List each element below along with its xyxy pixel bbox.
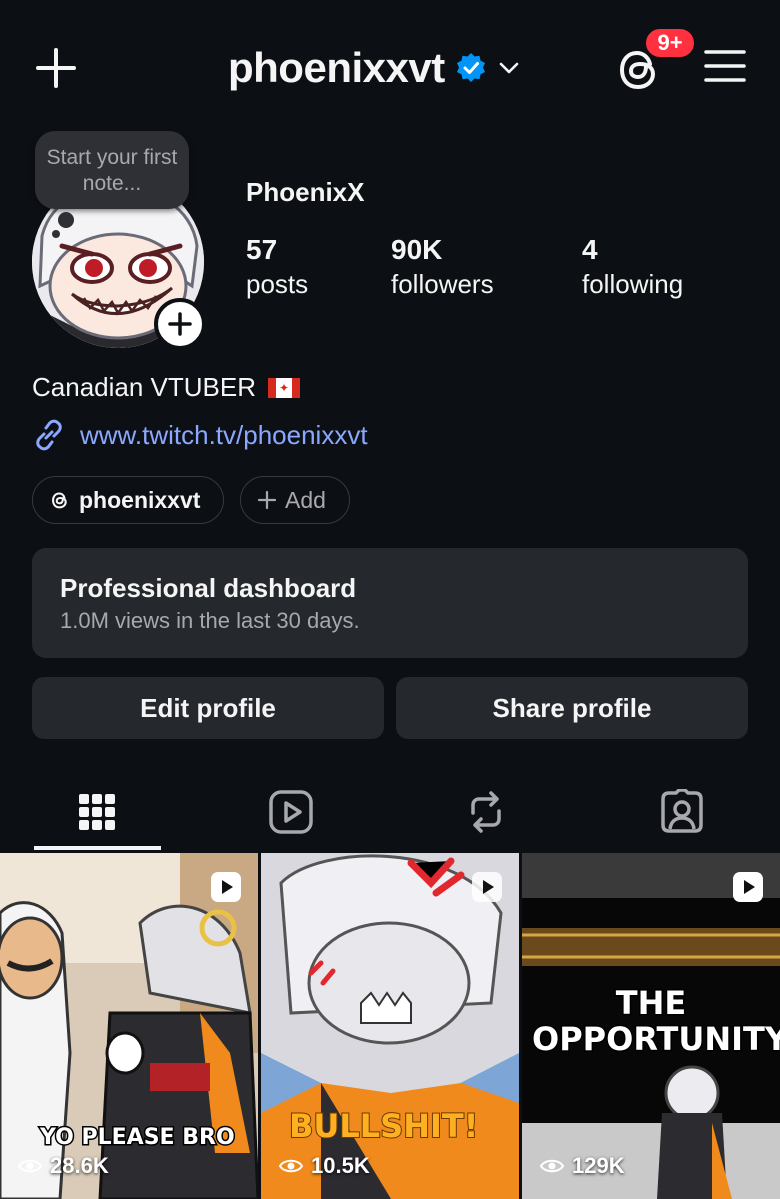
post-views: 28.6K [18, 1153, 109, 1179]
add-story-button[interactable] [154, 298, 206, 350]
threads-chip[interactable]: phoenixxvt [32, 476, 224, 524]
posts-label: posts [246, 269, 309, 299]
add-chip-label: Add [285, 486, 326, 513]
reel-indicator-icon [211, 872, 241, 902]
post-tile[interactable]: BULLSHIT! 10.5K [261, 853, 519, 1199]
threads-chip-label: phoenixxvt [79, 486, 201, 513]
followers-label: followers [391, 269, 494, 299]
followers-stat[interactable]: 90K followers [391, 232, 494, 300]
post-views: 10.5K [279, 1153, 370, 1179]
verified-badge-icon [456, 53, 485, 82]
edit-profile-button[interactable]: Edit profile [32, 677, 384, 739]
post-views-count: 10.5K [311, 1153, 370, 1178]
bio-link-text: www.twitch.tv/phoenixxvt [80, 419, 368, 450]
post-tile[interactable]: YO PLEASE BRO 28.6K [0, 853, 258, 1199]
tagged-icon [661, 789, 703, 833]
link-icon [36, 419, 62, 451]
eye-icon [18, 1159, 42, 1173]
eye-icon [279, 1159, 303, 1173]
plus-icon [168, 312, 192, 336]
reel-indicator-icon [472, 872, 502, 902]
reposts-icon [471, 791, 501, 833]
canada-flag-icon: ✦ [268, 377, 300, 398]
add-chip[interactable]: Add [240, 476, 350, 524]
notification-badge: 9+ [644, 27, 696, 59]
eye-icon [540, 1159, 564, 1173]
post-caption: YO PLEASE BRO [39, 1124, 237, 1152]
note-bubble-tail-small [52, 230, 60, 238]
username-title: phoenixxvt [228, 44, 445, 91]
following-label: following [582, 269, 684, 299]
reels-icon [269, 790, 313, 834]
tab-reposts[interactable] [456, 782, 516, 842]
reel-indicator-icon [733, 872, 763, 902]
account-switcher[interactable]: phoenixxvt [228, 44, 521, 92]
create-post-icon[interactable] [34, 46, 78, 90]
bio-link[interactable]: www.twitch.tv/phoenixxvt [32, 418, 368, 452]
dashboard-title: Professional dashboard [60, 573, 357, 603]
professional-dashboard[interactable]: Professional dashboard 1.0M views in the… [32, 548, 748, 658]
plus-icon [257, 490, 277, 510]
tab-grid[interactable] [67, 782, 127, 842]
post-tile[interactable]: THE OPPORTUNITY 129K [522, 853, 780, 1199]
note-bubble-tail [58, 212, 74, 228]
active-tab-indicator [34, 846, 161, 850]
dashboard-subtitle: 1.0M views in the last 30 days. [60, 608, 360, 633]
post-views: 129K [540, 1153, 625, 1179]
followers-count: 90K [391, 234, 443, 265]
post-thumbnail [261, 853, 519, 1199]
tab-reels[interactable] [261, 782, 321, 842]
bio: Canadian VTUBER ✦ [32, 372, 300, 403]
following-stat[interactable]: 4 following [582, 232, 683, 300]
display-name: PhoenixX [246, 177, 365, 207]
note-bubble[interactable]: Start your first note... [35, 131, 189, 209]
posts-count: 57 [246, 234, 278, 265]
grid-icon [79, 794, 115, 830]
following-count: 4 [582, 234, 598, 265]
bio-text: Canadian VTUBER [32, 372, 256, 402]
chevron-down-icon [499, 62, 519, 74]
post-caption: BULLSHIT! [288, 1106, 479, 1146]
post-views-count: 28.6K [50, 1153, 109, 1178]
post-views-count: 129K [572, 1153, 625, 1178]
threads-icon [52, 492, 67, 509]
tab-tagged[interactable] [652, 782, 712, 842]
posts-stat[interactable]: 57 posts [246, 232, 308, 300]
share-profile-button[interactable]: Share profile [396, 677, 748, 739]
post-caption: THE OPPORTUNITY [531, 984, 780, 1059]
menu-icon[interactable] [704, 48, 746, 84]
